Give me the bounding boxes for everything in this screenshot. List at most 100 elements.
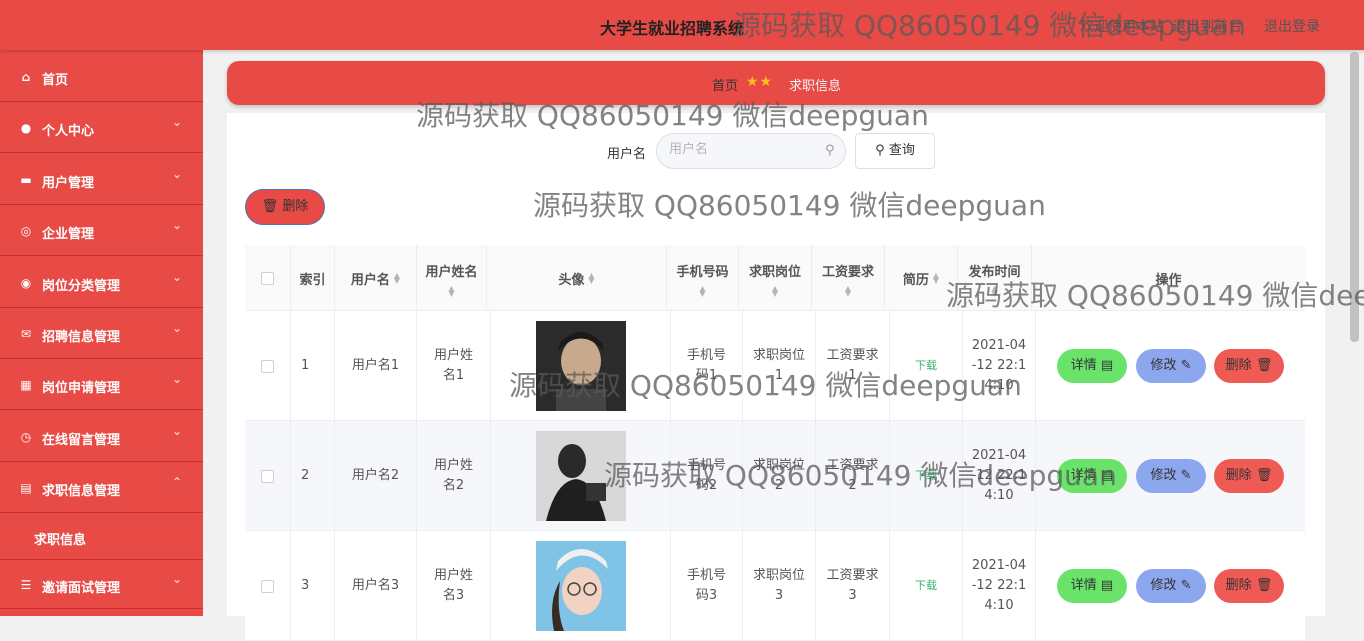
bulk-delete-button[interactable]: 🗑 删除 bbox=[245, 189, 325, 225]
job-cell: 求职岗位1 bbox=[743, 311, 816, 421]
front-link[interactable]: 退出到前台 bbox=[1172, 16, 1242, 36]
column-header-job[interactable]: 求职岗位 ▲ ▼ bbox=[739, 245, 812, 311]
document-icon: ▤ bbox=[1100, 358, 1114, 373]
pencil-icon: ✎ bbox=[1180, 468, 1192, 483]
phone-cell: 手机号码3 bbox=[671, 531, 743, 641]
sort-icon[interactable]: ▲ ▼ bbox=[588, 272, 594, 285]
sidebar-item-users[interactable]: ▬ 用户管理 ⌄ bbox=[0, 155, 203, 205]
search-field[interactable]: ⚲ bbox=[656, 133, 846, 169]
sidebar-item-label: 企业管理 bbox=[42, 227, 95, 242]
sidebar-item-label: 邀请面试管理 bbox=[42, 581, 121, 596]
query-button[interactable]: ⚲ 查询 bbox=[855, 133, 935, 169]
column-header-avatar[interactable]: 头像 ▲ ▼ bbox=[487, 245, 667, 311]
edit-button[interactable]: 修改 ✎ bbox=[1136, 459, 1206, 493]
column-header-username[interactable]: 用户名 ▲ ▼ bbox=[335, 245, 417, 311]
sidebar-item-job-categories[interactable]: ◉ 岗位分类管理 ⌄ bbox=[0, 258, 203, 308]
edit-button[interactable]: 修改 ✎ bbox=[1136, 569, 1206, 603]
trash-icon: 🗑 bbox=[1255, 468, 1273, 483]
row-checkbox-cell bbox=[245, 421, 291, 531]
sort-icon[interactable]: ▲ ▼ bbox=[699, 284, 705, 297]
pencil-icon: ✎ bbox=[1180, 358, 1192, 373]
salary-cell: 工资要求1 bbox=[816, 311, 890, 421]
time-cell: 2021-04-12 22:14:10 bbox=[963, 311, 1036, 421]
breadcrumb-current: 求职信息 bbox=[789, 79, 842, 94]
column-header-salary[interactable]: 工资要求 ▲ ▼ bbox=[812, 245, 885, 311]
sidebar-item-label: 在线留言管理 bbox=[42, 433, 121, 448]
document-icon: ▤ bbox=[20, 481, 32, 495]
chevron-down-icon: ⌄ bbox=[172, 321, 183, 335]
delete-button[interactable]: 删除 🗑 bbox=[1214, 349, 1284, 383]
resume-cell: 下载 bbox=[890, 311, 963, 421]
delete-button[interactable]: 删除 🗑 bbox=[1214, 459, 1284, 493]
download-link[interactable]: 下载 bbox=[915, 356, 937, 376]
column-header-actions: 操作 bbox=[1155, 272, 1182, 288]
sidebar-subitem-job-seeking-info[interactable]: 求职信息 bbox=[0, 513, 203, 563]
row-checkbox[interactable] bbox=[261, 469, 274, 483]
sidebar-item-recruitment[interactable]: ✉ 招聘信息管理 ⌄ bbox=[0, 309, 203, 359]
sidebar-item-interviews[interactable]: ☰ 邀请面试管理 ⌄ bbox=[0, 559, 203, 609]
logout-link[interactable]: 退出登录 bbox=[1264, 16, 1320, 36]
document-icon: ▤ bbox=[1100, 578, 1114, 593]
realname-cell: 用户姓名1 bbox=[417, 311, 491, 421]
sort-icon[interactable]: ▲ ▼ bbox=[772, 284, 778, 297]
trash-icon: 🗑 bbox=[1255, 358, 1273, 373]
sort-icon[interactable]: ▲ ▼ bbox=[394, 272, 400, 285]
search-input[interactable] bbox=[669, 142, 819, 157]
sidebar-item-applications[interactable]: ▦ 岗位申请管理 ⌄ bbox=[0, 360, 203, 410]
sidebar-item-profile[interactable]: ● 个人中心 ⌄ bbox=[0, 103, 203, 153]
sidebar-item-home[interactable]: ⌂ 首页 bbox=[0, 52, 203, 102]
home-icon: ⌂ bbox=[21, 70, 31, 84]
table-row: 1 用户名1 用户姓名1 手机号码1 求职岗位1 工资要求1 下载 2021-0… bbox=[245, 311, 1305, 421]
pencil-icon: ✎ bbox=[1180, 578, 1192, 593]
avatar-cell bbox=[491, 531, 671, 641]
sort-icon[interactable]: ▲ ▼ bbox=[933, 272, 939, 285]
calendar-icon: ▦ bbox=[20, 378, 32, 392]
chevron-down-icon: ⌄ bbox=[172, 218, 183, 232]
resume-cell: 下载 bbox=[890, 531, 963, 641]
sort-icon[interactable]: ▲ ▼ bbox=[448, 284, 454, 297]
welcome-link[interactable]: 欢迎使用本站 bbox=[1080, 16, 1164, 36]
row-checkbox[interactable] bbox=[261, 579, 274, 593]
time-cell: 2021-04-12 22:14:10 bbox=[963, 421, 1036, 531]
detail-button[interactable]: 详情 ▤ bbox=[1057, 459, 1127, 493]
trash-icon: 🗑 bbox=[261, 199, 279, 214]
watermark: 源码获取 QQ86050149 微信deepguan bbox=[733, 9, 1246, 42]
detail-button[interactable]: 详情 ▤ bbox=[1057, 569, 1127, 603]
username-cell: 用户名1 bbox=[335, 311, 417, 421]
sidebar-item-job-seeking[interactable]: ▤ 求职信息管理 ⌃ bbox=[0, 463, 203, 513]
delete-button[interactable]: 删除 🗑 bbox=[1214, 569, 1284, 603]
scrollbar[interactable] bbox=[1350, 52, 1359, 342]
time-cell: 2021-04-12 22:14:10 bbox=[963, 531, 1036, 641]
index-cell: 2 bbox=[291, 421, 335, 531]
realname-cell: 用户姓名3 bbox=[417, 531, 491, 641]
circle-icon: ◉ bbox=[20, 276, 32, 290]
row-checkbox[interactable] bbox=[261, 359, 274, 373]
avatar bbox=[535, 431, 626, 521]
job-cell: 求职岗位2 bbox=[743, 421, 816, 531]
sidebar-item-label: 个人中心 bbox=[42, 124, 95, 139]
download-link[interactable]: 下载 bbox=[915, 466, 937, 486]
chevron-down-icon: ⌄ bbox=[172, 270, 183, 284]
detail-button[interactable]: 详情 ▤ bbox=[1057, 349, 1127, 383]
column-header-resume[interactable]: 简历 ▲ ▼ bbox=[885, 245, 958, 311]
sort-icon[interactable]: ▲ ▼ bbox=[991, 284, 997, 297]
breadcrumb-home[interactable]: 首页 bbox=[712, 75, 738, 94]
mail-icon: ✉ bbox=[20, 327, 32, 341]
sidebar-item-companies[interactable]: ◎ 企业管理 ⌄ bbox=[0, 206, 203, 256]
chevron-down-icon: ⌄ bbox=[172, 372, 183, 386]
username-cell: 用户名3 bbox=[335, 531, 417, 641]
edit-button[interactable]: 修改 ✎ bbox=[1136, 349, 1206, 383]
column-header-time[interactable]: 发布时间 ▲ ▼ bbox=[958, 245, 1032, 311]
sort-icon[interactable]: ▲ ▼ bbox=[845, 284, 851, 297]
column-header-index: 索引 bbox=[291, 245, 335, 311]
bulk-delete-label: 删除 bbox=[282, 199, 309, 214]
download-link[interactable]: 下载 bbox=[915, 576, 937, 596]
column-header-phone[interactable]: 手机号码 ▲ ▼ bbox=[667, 245, 739, 311]
select-all-checkbox[interactable] bbox=[261, 271, 274, 285]
sidebar-item-messages[interactable]: ◷ 在线留言管理 ⌄ bbox=[0, 412, 203, 462]
actions-cell: 详情 ▤ 修改 ✎ 删除 🗑 bbox=[1036, 421, 1305, 531]
column-header-realname[interactable]: 用户姓名 ▲ ▼ bbox=[417, 245, 487, 311]
trash-icon: 🗑 bbox=[1255, 578, 1273, 593]
compass-icon: ◎ bbox=[20, 224, 32, 238]
document-icon: ▤ bbox=[1100, 468, 1114, 483]
